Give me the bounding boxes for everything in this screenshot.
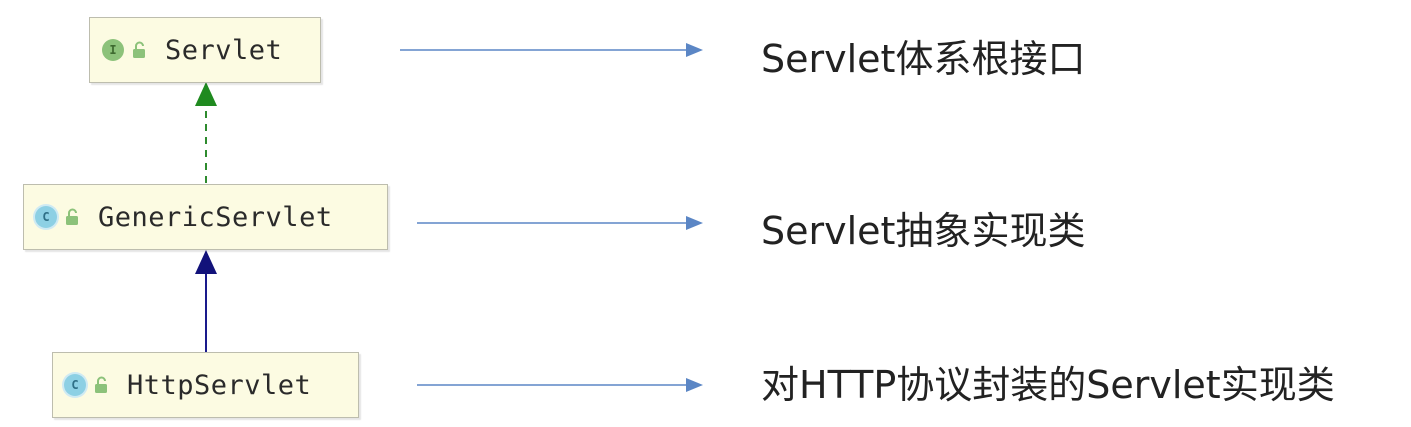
node-genericservlet-name: GenericServlet — [98, 201, 333, 233]
pointer-arrowhead-http — [686, 378, 703, 392]
node-servlet[interactable]: I Servlet — [89, 17, 321, 83]
class-badge-icon: C — [64, 374, 86, 396]
node-httpservlet-name: HttpServlet — [127, 369, 312, 401]
description-httpservlet: 对HTTP协议封装的Servlet实现类 — [761, 363, 1335, 407]
class-hierarchy-diagram: I Servlet C GenericServlet C HttpServlet… — [0, 0, 1411, 427]
unlock-icon — [95, 376, 107, 393]
implements-arrowhead — [195, 82, 217, 106]
pointer-arrowhead-servlet — [686, 43, 703, 57]
pointer-arrowhead-generic — [686, 216, 703, 230]
node-servlet-name: Servlet — [165, 34, 283, 66]
interface-badge-icon: I — [102, 39, 124, 61]
unlock-icon — [133, 41, 145, 58]
description-servlet: Servlet体系根接口 — [761, 37, 1086, 81]
node-genericservlet[interactable]: C GenericServlet — [23, 184, 388, 250]
node-httpservlet[interactable]: C HttpServlet — [52, 352, 359, 418]
class-badge-icon: C — [35, 206, 57, 228]
unlock-icon — [66, 208, 78, 225]
description-genericservlet: Servlet抽象实现类 — [761, 209, 1086, 253]
extends-arrowhead — [195, 250, 217, 274]
